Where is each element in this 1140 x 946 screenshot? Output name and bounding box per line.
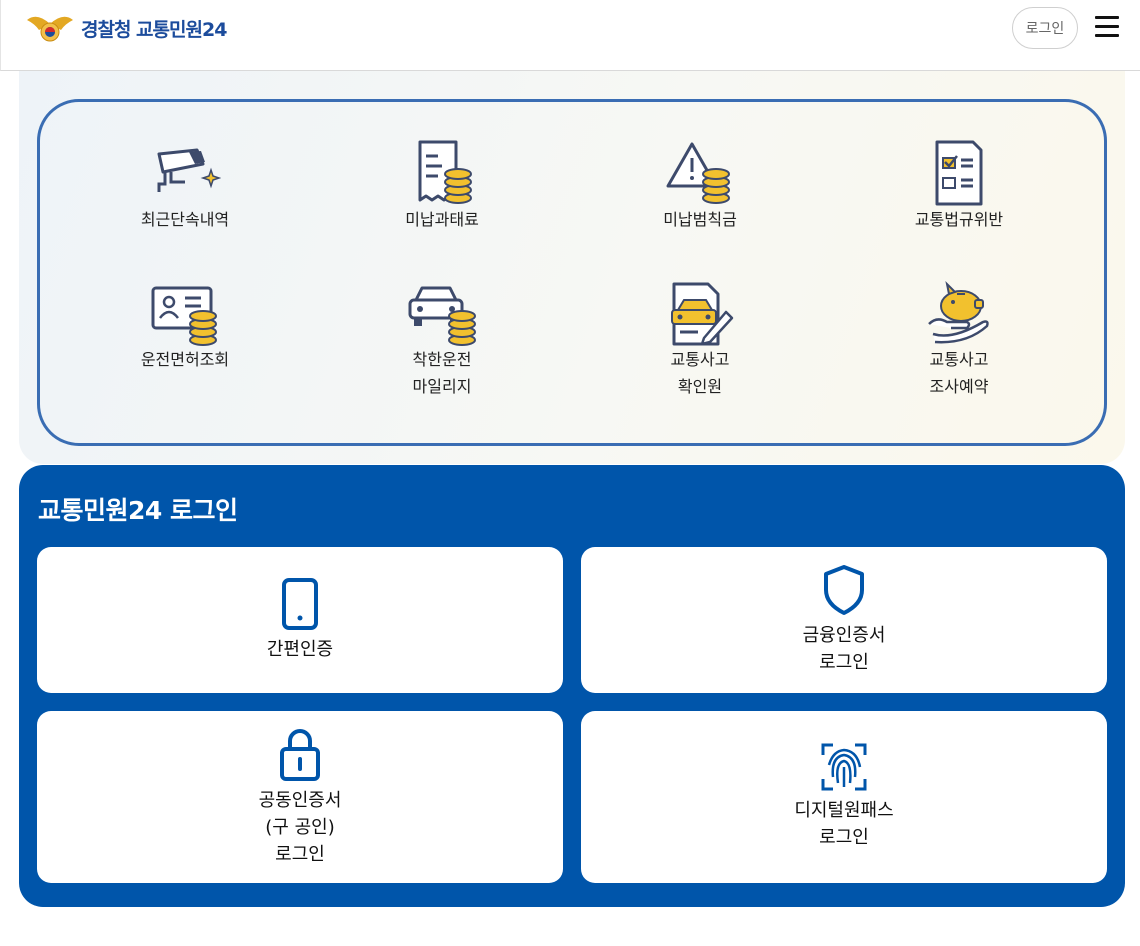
fingerprint-icon	[821, 743, 867, 791]
receipt-coins-icon	[418, 140, 472, 204]
menu-label-line1: 교통사고	[929, 350, 989, 369]
logo-text: 경찰청 교통민원24	[81, 18, 227, 41]
login-title: 교통민원24 로그인	[38, 496, 238, 525]
menu-item-accident-reservation[interactable]: 교통사고 조사예약	[859, 280, 1059, 400]
menu-label-line2: 조사예약	[929, 377, 989, 396]
hamburger-icon[interactable]	[1095, 16, 1119, 40]
card-label-line1: 디지털원패스	[794, 800, 894, 821]
menu-item-unpaid-penalty[interactable]: 미납범칙금	[600, 140, 800, 233]
lock-icon	[280, 728, 320, 781]
menu-item-safe-driving-mileage[interactable]: 착한운전 마일리지	[342, 280, 542, 400]
id-card-coins-icon	[151, 286, 217, 346]
card-label-line2: 로그인	[819, 652, 869, 673]
menu-label: 미납과태료	[405, 210, 479, 229]
smartphone-icon	[282, 577, 318, 630]
card-label-line1: 금융인증서	[802, 625, 886, 646]
card-label-line3: 로그인	[275, 843, 325, 865]
menu-label-line1: 교통사고	[670, 350, 730, 369]
menu-item-traffic-violation[interactable]: 교통법규위반	[859, 140, 1059, 233]
menu-item-accident-certificate[interactable]: 교통사고 확인원	[600, 280, 800, 400]
piggy-bank-hand-icon	[928, 280, 989, 344]
car-coins-icon	[408, 286, 476, 346]
card-label-line1: 간편인증	[266, 638, 334, 660]
menu-item-license-lookup[interactable]: 운전면허조회	[85, 280, 285, 373]
simple-auth-button[interactable]: 간편인증	[37, 547, 563, 693]
menu-label-line1: 착한운전	[412, 350, 472, 369]
menu-item-unpaid-fine[interactable]: 미납과태료	[342, 140, 542, 233]
menu-label-line2: 확인원	[677, 377, 723, 396]
menu-label: 교통법규위반	[914, 210, 1004, 229]
police-logo[interactable]: 경찰청 교통민원24	[25, 10, 227, 46]
top-header: 경찰청 교통민원24 로그인	[0, 0, 1140, 71]
police-emblem-icon	[27, 16, 73, 42]
menu-label: 최근단속내역	[140, 210, 230, 229]
card-label-line1: 공동인증서	[258, 789, 342, 811]
checklist-icon	[935, 140, 983, 206]
menu-label-line2: 마일리지	[412, 377, 472, 396]
accident-document-icon	[671, 282, 734, 346]
cctv-camera-icon	[157, 148, 221, 192]
warning-coins-icon	[666, 142, 730, 204]
financial-cert-login-button[interactable]: 금융인증서 로그인	[581, 547, 1107, 693]
joint-cert-login-button[interactable]: 공동인증서 (구 공인) 로그인	[37, 711, 563, 883]
menu-item-recent-enforcement[interactable]: 최근단속내역	[85, 140, 285, 233]
shield-icon	[824, 565, 864, 615]
card-label-line2: 로그인	[819, 827, 869, 848]
digital-onepass-login-button[interactable]: 디지털원패스 로그인	[581, 711, 1107, 883]
menu-label: 운전면허조회	[140, 350, 230, 369]
menu-label: 미납범칙금	[663, 210, 737, 229]
header-login-button[interactable]: 로그인	[1012, 7, 1078, 49]
card-label-line2: (구 공인)	[265, 816, 335, 838]
